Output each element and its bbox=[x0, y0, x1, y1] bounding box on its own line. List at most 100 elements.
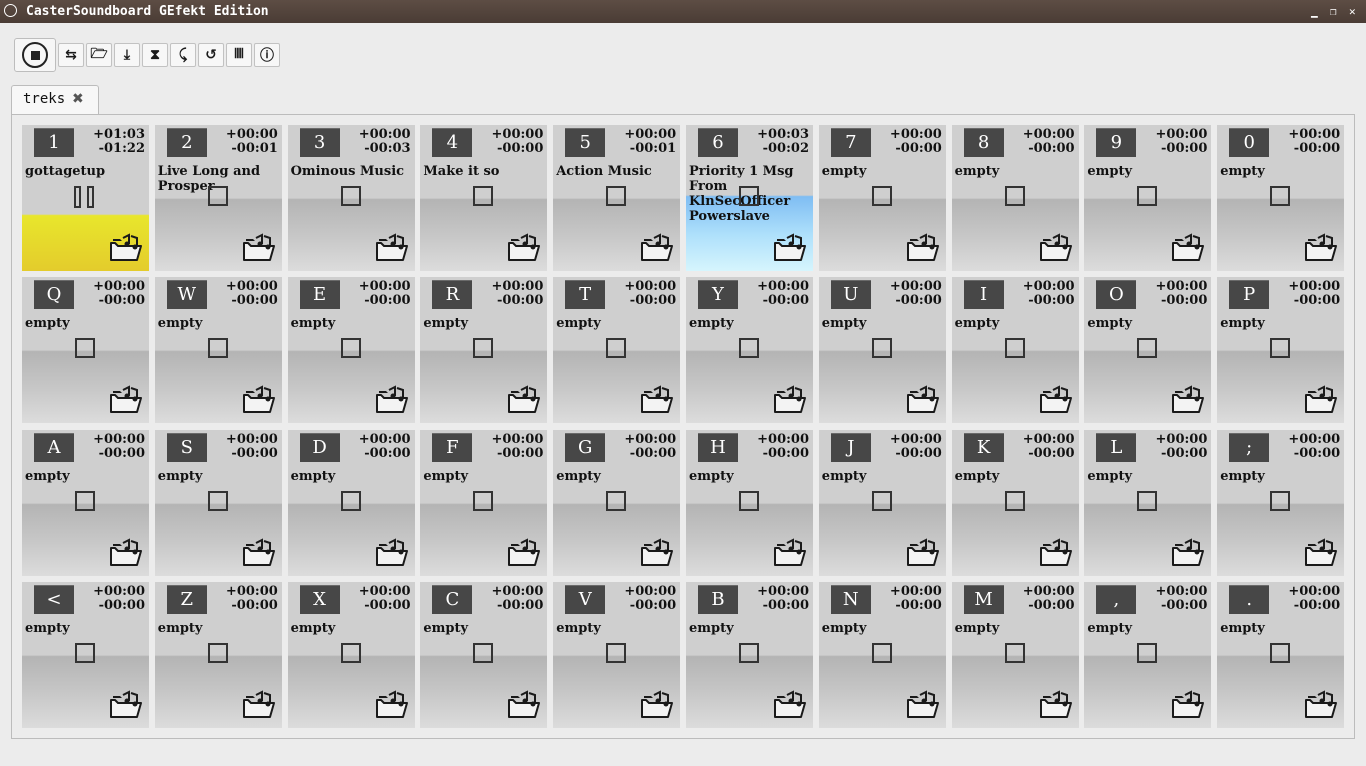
stop-icon[interactable] bbox=[340, 338, 361, 359]
sound-tile-6[interactable]: 6 +00:03 -00:02 Priority 1 Msg From KlnSecO… bbox=[686, 125, 813, 271]
open-folder-icon[interactable] bbox=[242, 690, 276, 720]
sound-tile-30[interactable]: ; +00:00 -00:00 empty bbox=[1217, 429, 1345, 576]
sound-tile-34[interactable]: C +00:00 -00:00 empty bbox=[420, 581, 548, 728]
sound-tile-21[interactable]: A +00:00 -00:00 empty bbox=[22, 429, 149, 576]
minimize-icon[interactable]: ▁ bbox=[1311, 0, 1318, 23]
pause-icon[interactable] bbox=[74, 186, 94, 208]
sound-tile-20[interactable]: P +00:00 -00:00 empty bbox=[1217, 277, 1345, 424]
stop-icon[interactable] bbox=[1004, 490, 1025, 511]
close-tab-icon[interactable]: ✖ bbox=[72, 91, 84, 107]
open-folder-icon[interactable] bbox=[906, 385, 940, 415]
sound-tile-3[interactable]: 3 +00:00 -00:03 Ominous Music bbox=[287, 125, 415, 271]
sound-tile-1[interactable]: 1 +01:03 -01:22 gottagetup bbox=[22, 125, 149, 271]
stop-icon[interactable] bbox=[871, 490, 892, 511]
open-folder-icon[interactable] bbox=[109, 537, 143, 568]
stop-icon[interactable] bbox=[606, 186, 627, 206]
timer-button[interactable]: ⧗ bbox=[142, 43, 168, 67]
sound-tile-25[interactable]: G +00:00 -00:00 empty bbox=[553, 429, 681, 576]
sound-tile-16[interactable]: Y +00:00 -00:00 empty bbox=[686, 277, 813, 424]
stop-icon[interactable] bbox=[1137, 642, 1158, 663]
stop-icon[interactable] bbox=[871, 338, 892, 359]
stop-icon[interactable] bbox=[207, 642, 228, 663]
stop-icon[interactable] bbox=[1004, 186, 1025, 206]
remove-tab-button[interactable]: ⤹ bbox=[170, 43, 196, 67]
sound-tile-15[interactable]: T +00:00 -00:00 empty bbox=[553, 277, 681, 424]
stop-icon[interactable] bbox=[207, 490, 228, 511]
open-folder-icon[interactable] bbox=[1039, 537, 1073, 568]
sound-tile-2[interactable]: 2 +00:00 -00:01 Live Long and Prosper bbox=[154, 125, 282, 271]
sound-tile-38[interactable]: M +00:00 -00:00 empty bbox=[951, 581, 1079, 728]
stop-icon[interactable] bbox=[606, 642, 627, 663]
stop-icon[interactable] bbox=[473, 490, 494, 511]
stop-icon[interactable] bbox=[1270, 186, 1291, 206]
stop-icon[interactable] bbox=[739, 490, 759, 511]
sound-tile-5[interactable]: 5 +00:00 -00:01 Action Music bbox=[553, 125, 681, 271]
stop-icon[interactable] bbox=[75, 642, 95, 663]
open-folder-icon[interactable] bbox=[640, 233, 674, 263]
sound-tile-10[interactable]: 0 +00:00 -00:00 empty bbox=[1217, 125, 1345, 271]
open-folder-icon[interactable] bbox=[1039, 233, 1073, 263]
open-folder-icon[interactable] bbox=[375, 537, 409, 568]
sound-tile-31[interactable]: < +00:00 -00:00 empty bbox=[22, 581, 149, 728]
open-folder-icon[interactable] bbox=[507, 385, 541, 415]
stop-icon[interactable] bbox=[606, 338, 627, 359]
open-folder-icon[interactable] bbox=[1039, 385, 1073, 415]
open-folder-icon[interactable] bbox=[507, 233, 541, 263]
open-folder-icon[interactable] bbox=[906, 690, 940, 720]
open-folder-icon[interactable] bbox=[640, 690, 674, 720]
open-folder-icon[interactable] bbox=[242, 537, 276, 568]
stop-all-button[interactable] bbox=[14, 38, 56, 72]
sound-tile-17[interactable]: U +00:00 -00:00 empty bbox=[818, 277, 946, 424]
open-folder-icon[interactable] bbox=[906, 537, 940, 568]
stop-icon[interactable] bbox=[473, 642, 494, 663]
stop-icon[interactable] bbox=[340, 490, 361, 511]
sound-tile-19[interactable]: O +00:00 -00:00 empty bbox=[1084, 277, 1212, 424]
close-icon[interactable]: ✕ bbox=[1349, 0, 1356, 23]
stop-icon[interactable] bbox=[871, 642, 892, 663]
stop-icon[interactable] bbox=[606, 490, 627, 511]
sound-tile-13[interactable]: E +00:00 -00:00 empty bbox=[287, 277, 415, 424]
undo-button[interactable]: ↺ bbox=[198, 43, 224, 67]
open-folder-icon[interactable] bbox=[1039, 690, 1073, 720]
sound-tile-28[interactable]: K +00:00 -00:00 empty bbox=[951, 429, 1079, 576]
sound-tile-24[interactable]: F +00:00 -00:00 empty bbox=[420, 429, 548, 576]
open-folder-icon[interactable] bbox=[640, 537, 674, 568]
open-folder-icon[interactable] bbox=[242, 385, 276, 415]
sound-tile-35[interactable]: V +00:00 -00:00 empty bbox=[553, 581, 681, 728]
stop-icon[interactable] bbox=[739, 338, 759, 359]
open-folder-icon[interactable] bbox=[773, 537, 807, 568]
open-folder-icon[interactable] bbox=[1171, 690, 1205, 720]
sound-tile-14[interactable]: R +00:00 -00:00 empty bbox=[420, 277, 548, 424]
sound-tile-26[interactable]: H +00:00 -00:00 empty bbox=[686, 429, 813, 576]
stop-icon[interactable] bbox=[1004, 642, 1025, 663]
maximize-icon[interactable]: ❐ bbox=[1330, 0, 1337, 23]
open-folder-icon[interactable] bbox=[640, 385, 674, 415]
sound-tile-27[interactable]: J +00:00 -00:00 empty bbox=[818, 429, 946, 576]
open-folder-icon[interactable] bbox=[375, 690, 409, 720]
tab-treks[interactable]: treks ✖ bbox=[11, 85, 99, 115]
open-folder-icon[interactable] bbox=[375, 385, 409, 415]
stop-icon[interactable] bbox=[1270, 642, 1291, 663]
open-board-button[interactable]: 🗁 bbox=[86, 43, 112, 67]
open-folder-icon[interactable] bbox=[773, 385, 807, 415]
stop-icon[interactable] bbox=[75, 490, 95, 511]
open-folder-icon[interactable] bbox=[109, 690, 143, 720]
open-folder-icon[interactable] bbox=[773, 233, 807, 263]
stop-icon[interactable] bbox=[1137, 186, 1158, 206]
stop-icon[interactable] bbox=[340, 186, 361, 206]
sound-tile-37[interactable]: N +00:00 -00:00 empty bbox=[818, 581, 946, 728]
stop-icon[interactable] bbox=[1004, 338, 1025, 359]
sound-tile-18[interactable]: I +00:00 -00:00 empty bbox=[951, 277, 1079, 424]
sound-tile-22[interactable]: S +00:00 -00:00 empty bbox=[154, 429, 282, 576]
save-board-button[interactable]: ⤓ bbox=[114, 43, 140, 67]
stop-icon[interactable] bbox=[473, 338, 494, 359]
stop-icon[interactable] bbox=[739, 186, 759, 206]
open-folder-icon[interactable] bbox=[1304, 537, 1338, 568]
stop-icon[interactable] bbox=[473, 186, 494, 206]
stop-icon[interactable] bbox=[207, 186, 228, 206]
stop-icon[interactable] bbox=[1270, 490, 1291, 511]
sound-tile-39[interactable]: , +00:00 -00:00 empty bbox=[1084, 581, 1212, 728]
sound-tile-12[interactable]: W +00:00 -00:00 empty bbox=[154, 277, 282, 424]
stop-icon[interactable] bbox=[739, 642, 759, 663]
sound-tile-40[interactable]: . +00:00 -00:00 empty bbox=[1217, 581, 1345, 728]
